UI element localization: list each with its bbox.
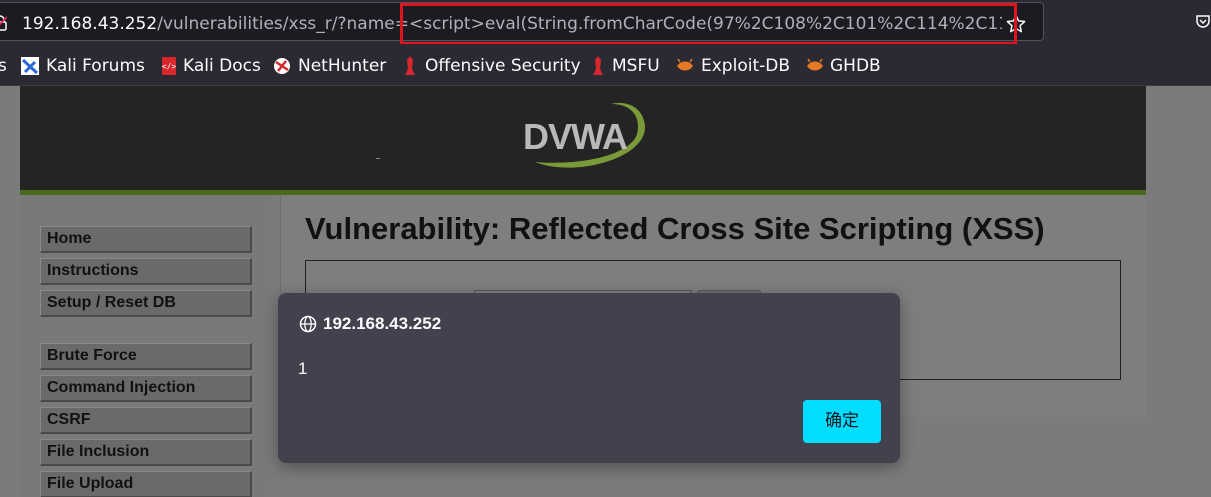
page-title: Vulnerability: Reflected Cross Site Scri… [305, 211, 1045, 246]
bookmark-msfu[interactable]: MSFU [612, 56, 660, 76]
menu-item-file-upload[interactable]: File Upload [40, 471, 252, 497]
msfu-icon [593, 56, 603, 75]
dialog-message: 1 [298, 359, 308, 378]
pocket-icon[interactable] [1195, 13, 1211, 29]
dvwa-header: DVWA [20, 86, 1146, 190]
bookmark-offensive-security[interactable]: Offensive Security [425, 56, 581, 76]
menu-item-home[interactable]: Home [40, 226, 252, 253]
url-highlight-annotation [400, 3, 1017, 45]
bookmark-kali-docs[interactable]: Kali Docs [183, 56, 261, 76]
menu-item-command-injection[interactable]: Command Injection [40, 375, 252, 402]
dvwa-logo: DVWA [515, 96, 655, 174]
lock-warning-icon[interactable] [0, 15, 7, 31]
bookmark-nethunter[interactable]: NetHunter [298, 56, 386, 76]
bookmark-ghdb[interactable]: GHDB [830, 56, 881, 76]
bookmark-kali-forums[interactable]: Kali Forums [46, 56, 145, 76]
logo-text: DVWA [523, 116, 628, 157]
menu-item-file-inclusion[interactable]: File Inclusion [40, 439, 252, 466]
offsec-icon [405, 56, 415, 75]
svg-text:</>: </> [162, 62, 177, 71]
dialog-origin: 192.168.43.252 [323, 314, 442, 333]
nethunter-icon [274, 58, 290, 74]
globe-icon [299, 315, 317, 333]
kali-forums-icon [21, 57, 39, 75]
bookmarks-toolbar: s Kali Forums </> Kali Docs NetHunter Of… [0, 44, 1211, 86]
header-divider [376, 158, 380, 159]
menu-item-setup-reset-db[interactable]: Setup / Reset DB [40, 290, 252, 317]
menu-item-brute-force[interactable]: Brute Force [40, 343, 252, 370]
bookmark-partial[interactable]: s [0, 56, 7, 76]
ok-button[interactable]: 确定 [803, 400, 881, 443]
bookmark-exploit-db[interactable]: Exploit-DB [701, 56, 790, 76]
exploit-db-icon [677, 58, 693, 71]
kali-docs-icon: </> [162, 57, 177, 75]
ghdb-icon [807, 58, 823, 71]
alert-dialog: 192.168.43.252 1 确定 [278, 293, 900, 463]
url-toolbar: 192.168.43.252/vulnerabilities/xss_r/?na… [0, 0, 1211, 45]
menu-item-instructions[interactable]: Instructions [40, 258, 252, 285]
menu-item-csrf[interactable]: CSRF [40, 407, 252, 434]
url-host: 192.168.43.252 [22, 14, 158, 34]
